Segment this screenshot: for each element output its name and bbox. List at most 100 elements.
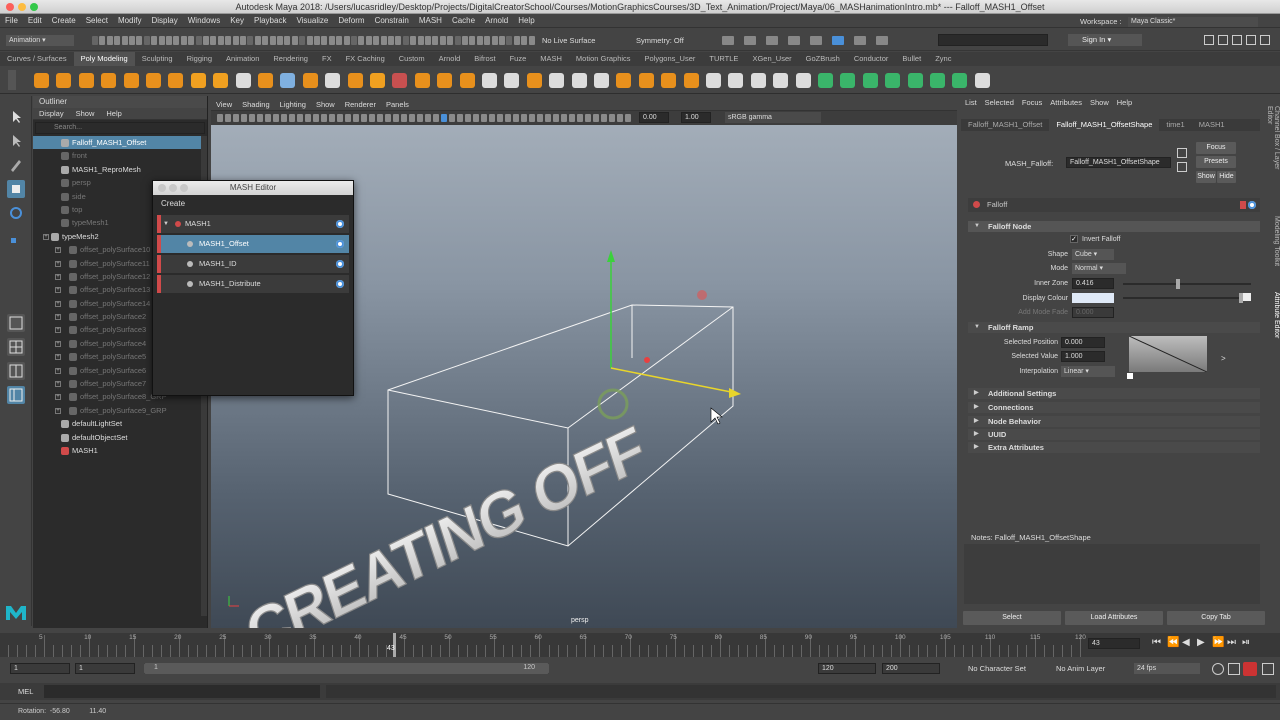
expand-toggle-icon[interactable]: +: [55, 260, 61, 267]
shelf-tool-icon[interactable]: [213, 73, 229, 88]
outliner-search-input[interactable]: Search...: [35, 122, 205, 134]
menu-file[interactable]: File: [0, 14, 23, 28]
outliner-layout-icon[interactable]: [7, 386, 25, 404]
mash-expand-icon[interactable]: ▼: [163, 215, 169, 233]
attr-tab[interactable]: MASH1: [1192, 119, 1232, 131]
shelf-tab-fx-caching[interactable]: FX Caching: [339, 52, 392, 66]
notes-field[interactable]: [964, 544, 1260, 604]
shelf-tool-icon[interactable]: [504, 73, 520, 88]
status-tool-icon[interactable]: [129, 36, 135, 45]
attr-menu-show[interactable]: Show: [1086, 96, 1113, 110]
show-button[interactable]: Show: [1196, 171, 1216, 183]
ramp-key-start[interactable]: [1127, 373, 1133, 379]
menu-constrain[interactable]: Constrain: [370, 14, 414, 28]
shelf-tool-icon[interactable]: [392, 73, 408, 88]
focus-toggle-icon[interactable]: [1177, 148, 1187, 158]
paint-select-icon[interactable]: [7, 156, 25, 174]
status-tool-icon[interactable]: [106, 36, 113, 45]
character-set-dropdown[interactable]: No Character Set: [968, 664, 1026, 673]
viewport-tool-icon[interactable]: [601, 114, 607, 122]
viewport-tool-icon[interactable]: [385, 114, 391, 122]
shelf-tool-icon[interactable]: [549, 73, 565, 88]
selected-position-field[interactable]: 0.000: [1061, 337, 1105, 348]
shelf-tool-icon[interactable]: [123, 73, 139, 88]
shelf-tool-icon[interactable]: [347, 73, 363, 88]
viewport-tool-icon[interactable]: [545, 114, 551, 122]
section-falloff-ramp[interactable]: ▼ Falloff Ramp: [968, 322, 1260, 333]
mode-dropdown[interactable]: Normal ▾: [1072, 263, 1126, 274]
shelf-tab-rendering[interactable]: Rendering: [266, 52, 315, 66]
section-node-behavior[interactable]: ▶ Node Behavior: [968, 416, 1260, 427]
viewport-tool-icon[interactable]: [289, 114, 295, 122]
command-input[interactable]: [44, 685, 320, 698]
status-tool-icon[interactable]: [314, 36, 320, 45]
status-tool-icon[interactable]: [99, 36, 106, 45]
expand-toggle-icon[interactable]: +: [55, 381, 61, 388]
viewport-tool-icon[interactable]: [353, 114, 359, 122]
status-tool-icon[interactable]: [232, 36, 239, 45]
viewport-tool-icon[interactable]: [473, 114, 479, 122]
menu-mash[interactable]: MASH: [414, 14, 447, 28]
outliner-item[interactable]: Falloff_MASH1_Offset: [33, 136, 207, 150]
playback-start-field[interactable]: 1: [75, 663, 135, 674]
lasso-tool-icon[interactable]: [7, 132, 25, 150]
status-tool-icon[interactable]: [513, 36, 520, 45]
outliner-menu-display[interactable]: Display: [33, 108, 70, 120]
creating-text-mesh[interactable]: CREATING OFF: [238, 413, 653, 628]
outliner-menu-show[interactable]: Show: [70, 108, 101, 120]
focus-button[interactable]: Focus: [1196, 142, 1236, 154]
playback-button-icon[interactable]: ⏮: [1152, 637, 1161, 648]
display-colour-slider[interactable]: [1123, 293, 1243, 303]
shelf-tool-icon[interactable]: [437, 73, 453, 88]
display-colour-swatch[interactable]: [1072, 293, 1114, 303]
invert-falloff-checkbox[interactable]: ✓: [1070, 235, 1078, 243]
attr-menu-attributes[interactable]: Attributes: [1046, 96, 1086, 110]
viewport-tool-icon[interactable]: [521, 114, 527, 122]
status-tool-icon[interactable]: [491, 36, 498, 45]
status-tool-icon[interactable]: [306, 36, 313, 45]
viewport-tool-icon[interactable]: [393, 114, 399, 122]
render-tool-icon[interactable]: [854, 36, 866, 45]
viewport-tool-icon[interactable]: [361, 114, 367, 122]
expand-toggle-icon[interactable]: +: [55, 394, 61, 401]
viewport-tool-icon[interactable]: [577, 114, 583, 122]
status-tool-icon[interactable]: [92, 36, 98, 45]
status-tool-icon[interactable]: [254, 36, 261, 45]
fps-dropdown[interactable]: 24 fps: [1134, 663, 1200, 674]
quick-select-field[interactable]: [938, 34, 1048, 46]
shelf-tool-icon[interactable]: [706, 73, 721, 88]
render-tool-icon[interactable]: [788, 36, 800, 45]
viewport-menu-view[interactable]: View: [211, 98, 237, 111]
falloff-enable-toggle[interactable]: [1248, 201, 1256, 209]
shelf-tab-turtle[interactable]: TURTLE: [702, 52, 745, 66]
shelf-tab-animation[interactable]: Animation: [219, 52, 266, 66]
viewport-tool-icon[interactable]: [265, 114, 271, 122]
status-tool-icon[interactable]: [447, 36, 454, 45]
viewport-tool-icon[interactable]: [609, 114, 615, 122]
attr-tab[interactable]: time1: [1159, 119, 1191, 131]
auto-key-icon[interactable]: [1228, 663, 1240, 675]
mash-node-row[interactable]: MASH1_ID: [157, 255, 349, 273]
viewport-tool-icon[interactable]: [297, 114, 303, 122]
status-tool-icon[interactable]: [499, 36, 505, 45]
mash-node-toggle[interactable]: [336, 220, 344, 228]
status-tool-icon[interactable]: [402, 36, 409, 45]
status-tool-icon[interactable]: [469, 36, 476, 45]
scale-tool-icon[interactable]: [7, 228, 25, 246]
render-tool-icon[interactable]: [722, 36, 734, 45]
viewport-tool-icon[interactable]: [305, 114, 311, 122]
shelf-tab-rigging[interactable]: Rigging: [180, 52, 219, 66]
expand-toggle-icon[interactable]: +: [55, 340, 61, 347]
section-connections[interactable]: ▶ Connections: [968, 402, 1260, 413]
mash-zoom-icon[interactable]: [180, 184, 188, 192]
panel-toggle-icon[interactable]: [1204, 35, 1214, 45]
selected-value-field[interactable]: 1.000: [1061, 351, 1105, 362]
rotate-tool-icon[interactable]: [7, 204, 25, 222]
viewport-tool-icon[interactable]: [369, 114, 375, 122]
four-pane-layout-icon[interactable]: [7, 338, 25, 356]
expand-toggle-icon[interactable]: +: [55, 300, 61, 307]
shelf-tool-icon[interactable]: [34, 73, 49, 88]
shelf-tab-mash[interactable]: MASH: [533, 52, 569, 66]
minimize-window-icon[interactable]: [18, 3, 26, 11]
menuset-dropdown[interactable]: Animation ▾: [6, 35, 74, 46]
